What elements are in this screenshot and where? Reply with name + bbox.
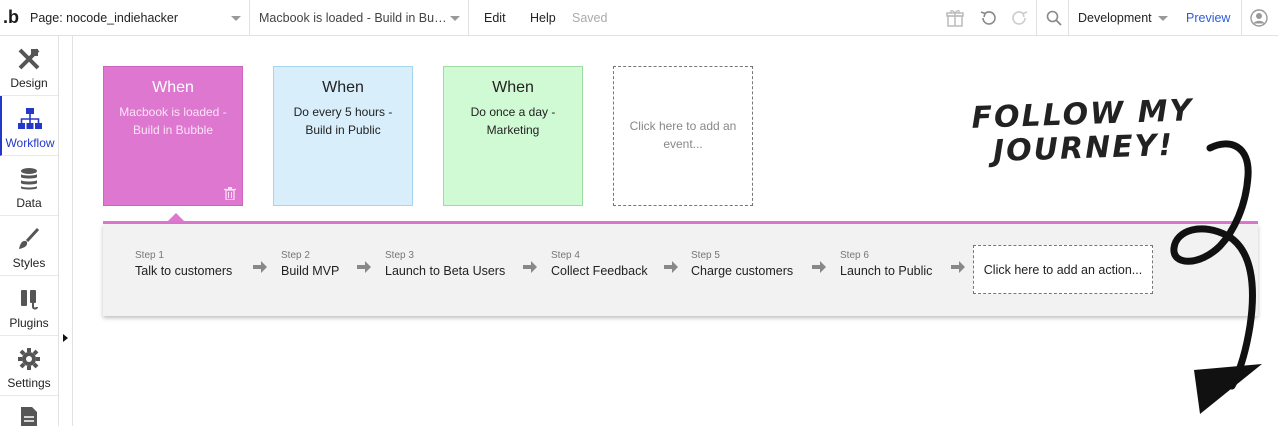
step-name: Charge customers <box>691 264 794 278</box>
step-number: Step 6 <box>840 250 869 261</box>
workflow-selector-label: Macbook is loaded - Build in Bubble <box>259 11 451 25</box>
arrow-right-icon <box>253 261 267 273</box>
step-number: Step 3 <box>385 250 414 261</box>
gear-icon <box>16 346 42 372</box>
sidebar-item-label: Data <box>16 196 42 210</box>
event-description: Macbook is loaded - Build in Bubble <box>119 105 227 137</box>
arrow-right-icon <box>523 261 537 273</box>
event-description: Do once a day - Marketing <box>470 105 556 137</box>
trash-icon[interactable] <box>224 187 236 200</box>
preview-link[interactable]: Preview <box>1186 0 1230 36</box>
sidebar-item-data[interactable]: Data <box>0 156 58 216</box>
arrow-right-icon <box>951 261 965 273</box>
sidebar-item-plugins[interactable]: Plugins <box>0 276 58 336</box>
sidebar-item-design[interactable]: Design <box>0 36 58 96</box>
step-number: Step 4 <box>551 250 580 261</box>
sidebar-item-label: Plugins <box>9 316 49 330</box>
sidebar-panel-edge <box>72 36 73 426</box>
page-selector[interactable]: Page: nocode_indiehacker <box>24 0 250 36</box>
event-when-label: When <box>492 79 534 96</box>
saved-status: Saved <box>572 11 608 25</box>
left-sidebar: Design Workflow Data Styles Plugins Sett… <box>0 36 59 426</box>
plug-icon <box>16 286 42 312</box>
event-when-label: When <box>152 79 194 96</box>
step-number: Step 1 <box>135 250 164 261</box>
step-name: Talk to customers <box>135 264 233 278</box>
expand-panel-arrow[interactable] <box>63 334 68 342</box>
arrow-right-icon <box>664 261 678 273</box>
edit-menu[interactable]: Edit <box>484 0 506 36</box>
environment-label: Development <box>1078 11 1152 25</box>
environment-selector[interactable]: Development <box>1070 0 1176 36</box>
page-selector-label: Page: nocode_indiehacker <box>30 11 179 25</box>
workflow-step-1[interactable]: Step 1 Talk to customers <box>135 250 232 278</box>
toolbar-divider <box>1241 0 1242 36</box>
gift-icon[interactable] <box>939 0 971 36</box>
add-event-label: Click here to add an event... <box>629 119 737 151</box>
toolbar-divider <box>1068 0 1069 36</box>
chevron-down-icon <box>231 16 241 21</box>
sidebar-item-styles[interactable]: Styles <box>0 216 58 276</box>
sidebar-item-label: Design <box>10 76 48 90</box>
design-icon <box>16 46 42 72</box>
workflow-selector[interactable]: Macbook is loaded - Build in Bubble <box>251 0 469 36</box>
database-icon <box>16 166 42 192</box>
sidebar-item-label: Settings <box>7 376 51 390</box>
step-name: Collect Feedback <box>551 264 648 278</box>
workflow-step-3[interactable]: Step 3 Launch to Beta Users <box>385 250 505 278</box>
redo-icon[interactable] <box>1004 0 1036 36</box>
sidebar-item-settings[interactable]: Settings <box>0 336 58 396</box>
chevron-down-icon <box>450 16 460 21</box>
sidebar-item-label: Styles <box>12 256 46 270</box>
chevron-down-icon <box>1158 16 1168 21</box>
selected-event-pointer <box>168 213 184 221</box>
curly-arrow-icon <box>1170 140 1262 414</box>
workflow-step-5[interactable]: Step 5 Charge customers <box>691 250 793 278</box>
undo-icon[interactable] <box>972 0 1004 36</box>
event-when-label: When <box>322 79 364 96</box>
brush-icon <box>16 226 42 252</box>
step-name: Launch to Beta Users <box>385 264 506 278</box>
arrow-right-icon <box>357 261 371 273</box>
step-number: Step 2 <box>281 250 310 261</box>
event-card-every-5-hours[interactable]: When Do every 5 hours - Build in Public <box>273 66 413 206</box>
add-event-button[interactable]: Click here to add an event... <box>613 66 753 206</box>
event-description: Do every 5 hours - Build in Public <box>293 105 393 137</box>
help-menu[interactable]: Help <box>530 0 556 36</box>
workflow-steps-panel: Step 1 Talk to customers Step 2 Build MV… <box>103 224 1258 316</box>
sidebar-item-workflow[interactable]: Workflow <box>0 96 58 156</box>
sidebar-item-label: Workflow <box>5 136 55 150</box>
arrow-right-icon <box>812 261 826 273</box>
workflow-step-4[interactable]: Step 4 Collect Feedback <box>551 250 648 278</box>
workflow-step-2[interactable]: Step 2 Build MVP <box>281 250 339 278</box>
event-card-macbook-loaded[interactable]: When Macbook is loaded - Build in Bubble <box>103 66 243 206</box>
search-icon[interactable] <box>1038 0 1070 36</box>
workflow-step-6[interactable]: Step 6 Launch to Public <box>840 250 932 278</box>
event-card-once-a-day[interactable]: When Do once a day - Marketing <box>443 66 583 206</box>
step-name: Build MVP <box>281 264 340 278</box>
sidebar-item-logs[interactable] <box>0 396 58 426</box>
step-number: Step 5 <box>691 250 720 261</box>
user-avatar-icon[interactable] <box>1243 0 1275 36</box>
document-icon <box>16 406 42 426</box>
toolbar-divider <box>1036 0 1037 36</box>
step-name: Launch to Public <box>840 264 933 278</box>
bubble-logo[interactable]: .b <box>0 0 22 36</box>
workflow-icon <box>17 106 43 132</box>
add-action-button[interactable]: Click here to add an action... <box>973 245 1153 294</box>
